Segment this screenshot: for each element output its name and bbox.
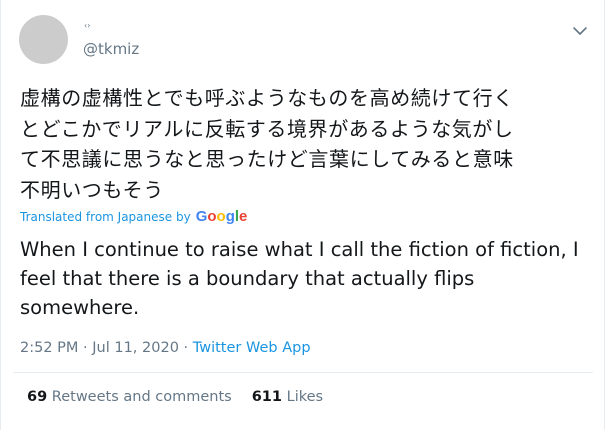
likes-stat[interactable]: 611 Likes xyxy=(252,387,323,407)
tweet-meta: 2:52 PM · Jul 11, 2020 · Twitter Web App xyxy=(20,338,311,358)
tweet-card: ‹› @tkmiz 虚構の虚構性とでも呼ぶようなものを高め続けて行く とどこかで… xyxy=(0,0,605,430)
user-handle[interactable]: @tkmiz xyxy=(83,39,139,59)
retweets-label: Retweets and comments xyxy=(51,389,232,405)
avatar[interactable] xyxy=(19,15,68,64)
likes-count: 611 xyxy=(251,389,282,405)
translated-text: When I continue to raise what I call the… xyxy=(20,238,579,319)
translation-label: Translated from Japanese by xyxy=(20,210,191,224)
google-logo: Google xyxy=(195,208,248,225)
tweet-stats: 69 Retweets and comments 611 Likes xyxy=(27,387,323,407)
translation-attribution[interactable]: Translated from Japanese by Google xyxy=(20,208,247,226)
likes-label: Likes xyxy=(286,389,324,405)
retweets-count: 69 xyxy=(27,389,48,405)
timestamp[interactable]: 2:52 PM · Jul 11, 2020 · xyxy=(20,340,188,356)
divider xyxy=(13,372,593,373)
display-name[interactable]: ‹› xyxy=(84,21,90,31)
retweets-stat[interactable]: 69 Retweets and comments xyxy=(27,387,232,407)
tweet-text: 虚構の虚構性とでも呼ぶようなものを高め続けて行く とどこかでリアルに反転する境界… xyxy=(20,86,514,202)
chevron-down-icon[interactable] xyxy=(569,20,591,42)
source-link[interactable]: Twitter Web App xyxy=(193,340,311,356)
